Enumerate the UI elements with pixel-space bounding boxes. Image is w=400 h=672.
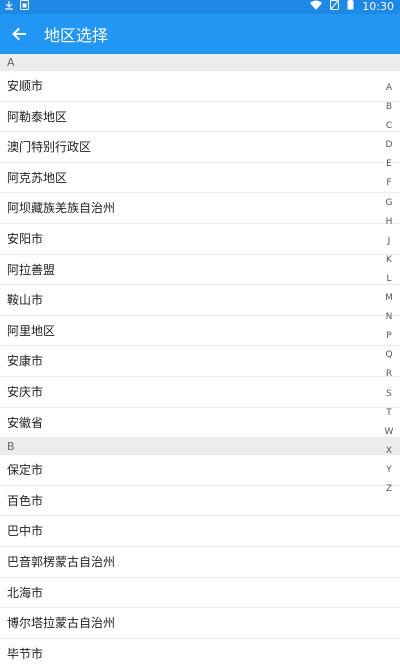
region-list-item[interactable]: 百色市: [0, 486, 400, 517]
region-list-item[interactable]: 安阳市: [0, 224, 400, 255]
sim-icon: [20, 0, 29, 15]
download-icon: [4, 0, 14, 15]
index-letter-r[interactable]: R: [382, 365, 396, 384]
status-right: 10:30: [310, 0, 394, 14]
index-letter-d[interactable]: D: [382, 136, 396, 155]
index-letter-s[interactable]: S: [382, 385, 396, 404]
status-left: [4, 0, 29, 14]
region-list-item[interactable]: 博尔塔拉蒙古自治州: [0, 608, 400, 639]
region-list-item[interactable]: 巴音郭楞蒙古自治州: [0, 547, 400, 578]
no-sim-icon: [330, 0, 340, 15]
index-letter-e[interactable]: E: [382, 155, 396, 174]
index-letter-c[interactable]: C: [382, 117, 396, 136]
region-list-item[interactable]: 阿克苏地区: [0, 163, 400, 194]
region-list-item[interactable]: 安庆市: [0, 377, 400, 408]
region-list-item[interactable]: 毕节市: [0, 639, 400, 670]
app-bar: 地区选择: [0, 14, 400, 54]
battery-icon: [347, 0, 354, 15]
region-list-item[interactable]: 巴中市: [0, 516, 400, 547]
alphabet-index-bar[interactable]: ABCDEFGHJKLMNPQRSTWXYZ: [382, 79, 396, 499]
region-list-item[interactable]: 阿坝藏族羌族自治州: [0, 193, 400, 224]
region-list-item[interactable]: 安顺市: [0, 71, 400, 102]
index-letter-l[interactable]: L: [382, 270, 396, 289]
index-letter-x[interactable]: X: [382, 442, 396, 461]
status-time: 10:30: [362, 0, 394, 13]
region-list-item[interactable]: 阿勒泰地区: [0, 102, 400, 133]
index-letter-q[interactable]: Q: [382, 346, 396, 365]
region-list-item[interactable]: 鞍山市: [0, 285, 400, 316]
index-letter-m[interactable]: M: [382, 289, 396, 308]
index-letter-n[interactable]: N: [382, 308, 396, 327]
index-letter-g[interactable]: G: [382, 194, 396, 213]
index-letter-h[interactable]: H: [382, 213, 396, 232]
back-button[interactable]: [4, 14, 34, 54]
region-list-item[interactable]: 阿里地区: [0, 316, 400, 347]
wifi-icon: [310, 0, 323, 15]
index-letter-f[interactable]: F: [382, 174, 396, 193]
region-list-item[interactable]: 阿拉善盟: [0, 255, 400, 286]
index-letter-b[interactable]: B: [382, 98, 396, 117]
section-header-a: A: [0, 54, 400, 71]
region-list-item[interactable]: 澳门特别行政区: [0, 132, 400, 163]
index-letter-k[interactable]: K: [382, 251, 396, 270]
index-letter-w[interactable]: W: [382, 423, 396, 442]
index-letter-y[interactable]: Y: [382, 461, 396, 480]
page-title: 地区选择: [44, 26, 109, 45]
region-list-item[interactable]: 安康市: [0, 346, 400, 377]
index-letter-t[interactable]: T: [382, 404, 396, 423]
region-list-item[interactable]: 安徽省: [0, 408, 400, 439]
region-list-item[interactable]: 北海市: [0, 578, 400, 609]
arrow-back-icon: [12, 27, 26, 41]
region-list[interactable]: A 安顺市 阿勒泰地区 澳门特别行政区 阿克苏地区 阿坝藏族羌族自治州 安阳市 阿拉善盟 鞍山市…: [0, 54, 400, 672]
region-list-item[interactable]: 保定市: [0, 455, 400, 486]
index-letter-p[interactable]: P: [382, 327, 396, 346]
index-letter-j[interactable]: J: [382, 232, 396, 251]
index-letter-z[interactable]: Z: [382, 480, 396, 499]
status-bar: 10:30: [0, 0, 400, 14]
section-header-b: B: [0, 438, 400, 456]
index-letter-a[interactable]: A: [382, 79, 396, 98]
